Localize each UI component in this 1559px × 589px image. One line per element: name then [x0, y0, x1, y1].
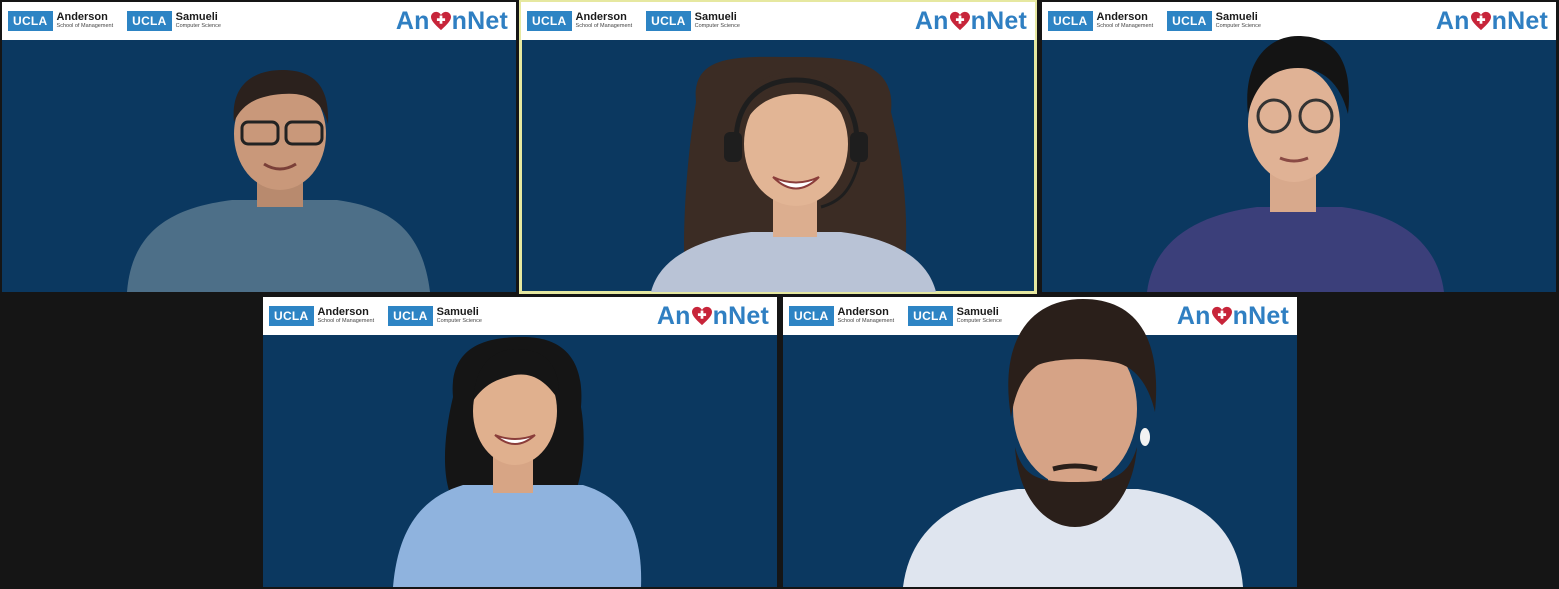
participant-video-5 [903, 299, 1243, 587]
participant-video-4 [393, 337, 642, 587]
video-tile-2-active-speaker[interactable]: UCLA Anderson School of Management UCLA S… [519, 0, 1037, 294]
video-tile-1[interactable]: UCLA Anderson School of Management UCLA S… [2, 2, 516, 292]
video-tile-5[interactable]: UCLA Anderson School of Management UCLA S… [783, 297, 1297, 587]
video-tile-3[interactable]: UCLA Anderson School of Management UCLA S… [1042, 2, 1556, 292]
participant-video-3 [1147, 36, 1444, 292]
participant-video-1 [127, 70, 430, 292]
video-tile-4[interactable]: UCLA Anderson School of Management UCLA S… [263, 297, 777, 587]
participant-video-2 [651, 56, 936, 292]
